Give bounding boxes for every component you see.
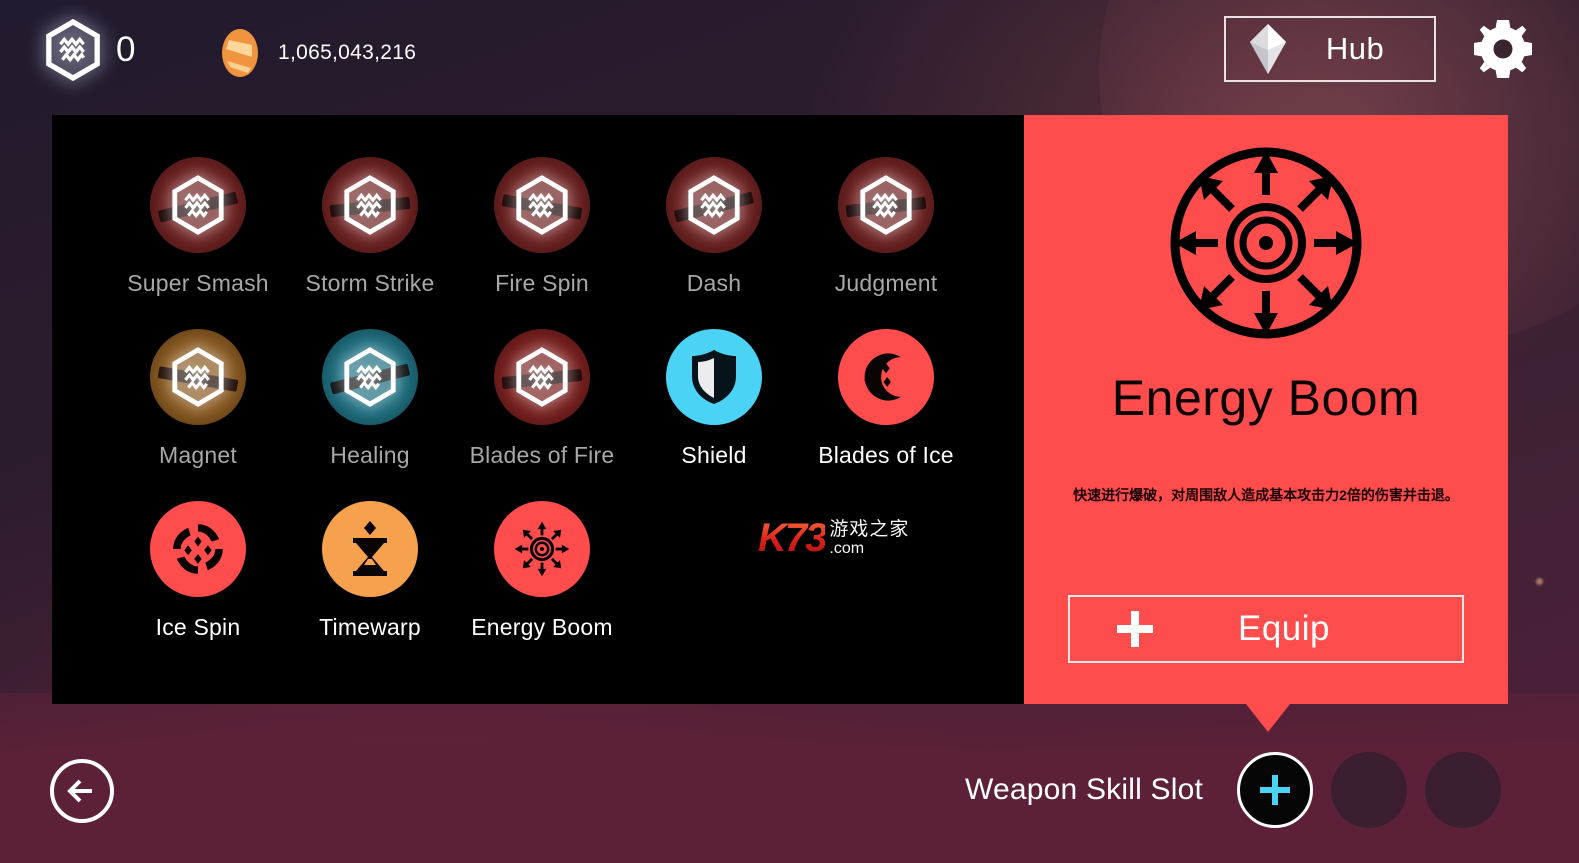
energy-value: 0 — [116, 30, 136, 69]
skill-item[interactable]: Fire Spin — [456, 157, 628, 329]
skill-label: Dash — [686, 270, 742, 296]
skill-label: Storm Strike — [305, 270, 435, 296]
top-bar: 0 1,065,043,216 Hub — [0, 0, 1579, 100]
skill-item[interactable]: Blades of Fire — [456, 329, 628, 501]
energy-counter: 0 — [44, 19, 136, 81]
skill-label: Super Smash — [127, 270, 269, 296]
skill-icon-circle — [838, 157, 934, 253]
skill-icon-circle — [322, 157, 418, 253]
skill-item[interactable]: Blades of Ice — [800, 329, 972, 501]
skill-item[interactable]: Dash — [628, 157, 800, 329]
skill-icon-circle — [666, 329, 762, 425]
skill-label: Blades of Fire — [469, 442, 615, 468]
hourglass-icon — [353, 521, 387, 576]
skill-label: Shield — [681, 442, 747, 468]
skill-label: Blades of Ice — [818, 442, 954, 468]
skill-icon-circle — [322, 329, 418, 425]
detail-title: Energy Boom — [1111, 370, 1421, 426]
skill-icon-circle — [150, 501, 246, 597]
locked-hex-icon — [516, 347, 568, 407]
ice-spin-icon — [173, 524, 223, 574]
equip-label: Equip — [1237, 609, 1331, 648]
skill-item[interactable]: Storm Strike — [284, 157, 456, 329]
detail-panel-pointer — [1246, 704, 1290, 732]
energy-boom-icon — [514, 521, 570, 577]
weapon-slot-2[interactable] — [1331, 752, 1407, 828]
hex-energy-icon — [46, 19, 100, 81]
plus-icon — [1117, 611, 1153, 647]
skill-label: Judgment — [834, 270, 938, 296]
gear-icon[interactable] — [1474, 20, 1532, 78]
weapon-slot-1[interactable] — [1237, 752, 1313, 828]
skill-icon-circle — [494, 329, 590, 425]
coin-icon — [222, 29, 258, 77]
skill-grid: Super Smash Storm Strike Fire Spin Dash … — [52, 157, 1024, 673]
locked-hex-icon — [172, 347, 224, 407]
skill-item[interactable]: Healing — [284, 329, 456, 501]
skill-label: Timewarp — [319, 614, 421, 640]
skill-icon-circle — [322, 501, 418, 597]
locked-hex-icon — [344, 347, 396, 407]
skill-label: Fire Spin — [495, 270, 589, 296]
locked-hex-icon — [688, 175, 740, 235]
skill-icon-circle — [150, 329, 246, 425]
weapon-skill-slot-row: Weapon Skill Slot — [965, 752, 1501, 828]
plus-icon — [1260, 775, 1290, 805]
gem-icon — [1250, 24, 1286, 74]
skill-label: Healing — [330, 442, 410, 468]
arrow-left-icon[interactable] — [48, 757, 116, 825]
skill-label: Energy Boom — [471, 614, 613, 640]
skill-item[interactable]: Shield — [628, 329, 800, 501]
hub-label: Hub — [1325, 31, 1385, 66]
coin-value: 1,065,043,216 — [278, 41, 417, 64]
background-speck — [1536, 578, 1543, 585]
skill-icon-circle — [666, 157, 762, 253]
skill-detail-panel: Energy Boom 快速进行爆破，对周围敌人造成基本攻击力2倍的伤害并击退。… — [1024, 115, 1508, 704]
skill-item[interactable]: Judgment — [800, 157, 972, 329]
skill-icon-circle — [838, 329, 934, 425]
detail-icon — [1166, 143, 1366, 348]
weapon-slot-3[interactable] — [1425, 752, 1501, 828]
skill-icon-circle — [494, 501, 590, 597]
skill-item[interactable]: Magnet — [112, 329, 284, 501]
skill-item[interactable]: Ice Spin — [112, 501, 284, 673]
skill-grid-panel: Super Smash Storm Strike Fire Spin Dash … — [52, 115, 1024, 704]
hub-button[interactable]: Hub — [1224, 16, 1436, 82]
skill-item[interactable]: Timewarp — [284, 501, 456, 673]
skill-label: Ice Spin — [155, 614, 241, 640]
skill-label: Magnet — [159, 442, 237, 468]
locked-hex-icon — [344, 175, 396, 235]
weapon-skill-slot-label: Weapon Skill Slot — [965, 773, 1203, 806]
skill-icon-circle — [150, 157, 246, 253]
skill-item[interactable]: Energy Boom — [456, 501, 628, 673]
skill-icon-circle — [494, 157, 590, 253]
locked-hex-icon — [516, 175, 568, 235]
equip-button[interactable]: Equip — [1068, 595, 1464, 663]
ice-crescent-icon — [864, 353, 901, 401]
detail-description: 快速进行爆破，对周围敌人造成基本攻击力2倍的伤害并击退。 — [1073, 487, 1459, 503]
coin-counter: 1,065,043,216 — [218, 27, 416, 79]
locked-hex-icon — [860, 175, 912, 235]
skill-item[interactable]: Super Smash — [112, 157, 284, 329]
locked-hex-icon — [172, 175, 224, 235]
shield-icon — [692, 350, 736, 404]
